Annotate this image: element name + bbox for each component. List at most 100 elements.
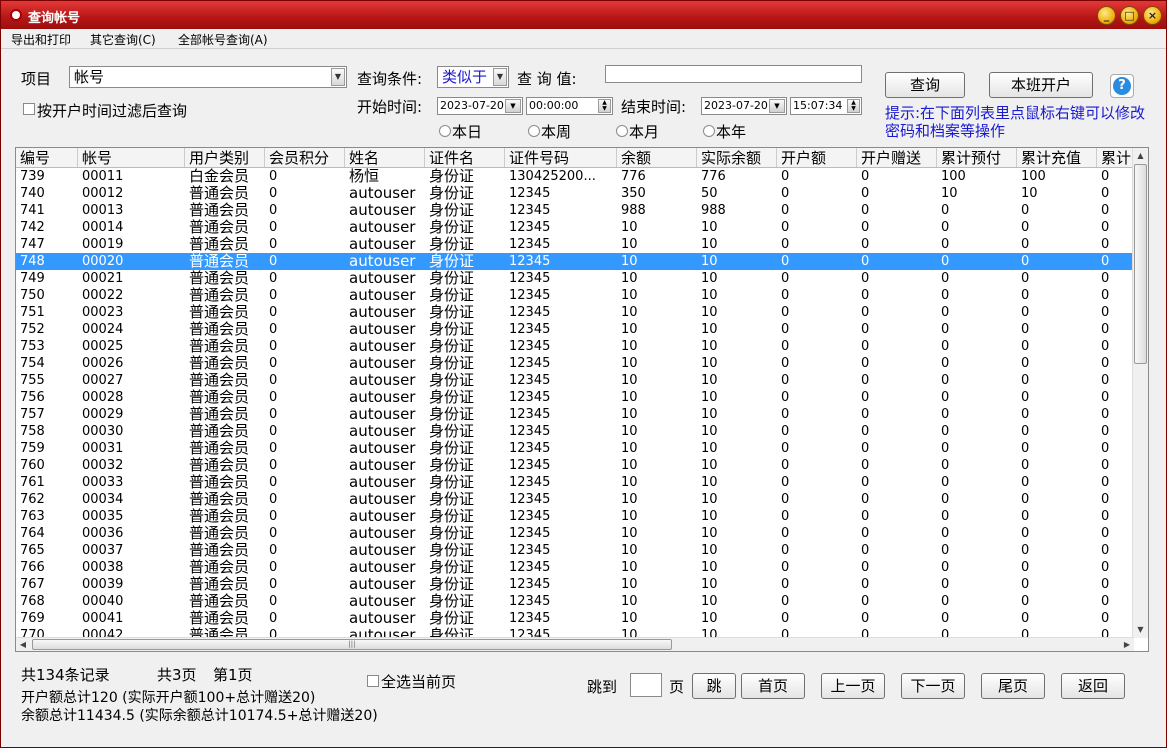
first-page-button[interactable]: 首页 [741,673,805,699]
column-header[interactable]: 姓名 [345,148,425,167]
accounts-table[interactable]: 编号 帐号 用户类别 会员积分 姓名 证件名 证件号码 余额 实际余额 开户额 开户赠送 累计预付 累计… [15,147,1149,652]
table-cell: 0 [269,526,278,541]
table-cell: 00020 [82,254,124,269]
table-row[interactable]: 758 00030 普通会员 0 autouser 身份证 12345 10 10 0 0 0 0 0 [16,423,1134,440]
table-row[interactable]: 742 00014 普通会员 0 autouser 身份证 12345 10 10 0 0 0 0 0 [16,219,1134,236]
table-row[interactable]: 765 00037 普通会员 0 autouser 身份证 12345 10 10 0 0 0 0 0 [16,542,1134,559]
table-row[interactable]: 760 00032 普通会员 0 autouser 身份证 12345 10 10 0 0 0 0 0 [16,457,1134,474]
table-cell: 0 [781,577,790,592]
table-row[interactable]: 749 00021 普通会员 0 autouser 身份证 12345 10 10 0 0 0 0 0 [16,270,1134,287]
vertical-scroll-thumb[interactable] [1134,164,1147,364]
table-row[interactable]: 764 00036 普通会员 0 autouser 身份证 12345 10 10 0 0 0 0 0 [16,525,1134,542]
table-row[interactable]: 755 00027 普通会员 0 autouser 身份证 12345 10 10 0 0 0 0 0 [16,372,1134,389]
calendar-dropdown-icon: ▼ [769,99,785,113]
table-cell: 742 [20,220,45,235]
jump-button[interactable]: 跳 [692,673,736,699]
filter-by-open-time-checkbox[interactable] [23,103,35,115]
radio-this-week[interactable] [528,125,540,137]
table-cell: 0 [1101,339,1110,354]
column-header[interactable]: 累计充值 [1017,148,1097,167]
column-header[interactable]: 会员积分 [265,148,345,167]
column-header[interactable]: 证件名 [425,148,505,167]
table-row[interactable]: 768 00040 普通会员 0 autouser 身份证 12345 10 10 0 0 0 0 0 [16,593,1134,610]
table-row[interactable]: 769 00041 普通会员 0 autouser 身份证 12345 10 10 0 0 0 0 0 [16,610,1134,627]
table-cell: 0 [1021,594,1030,609]
table-cell: 100 [1021,169,1046,184]
table-cell: 0 [861,339,870,354]
table-row[interactable]: 759 00031 普通会员 0 autouser 身份证 12345 10 10 0 0 0 0 0 [16,440,1134,457]
column-header[interactable]: 用户类别 [185,148,265,167]
table-cell: 10 [621,305,638,320]
start-time-picker[interactable]: 00:00:00 ▲ ▼ [526,97,613,115]
minimize-button[interactable]: _ [1097,6,1116,25]
radio-this-year[interactable] [703,125,715,137]
prev-page-button[interactable]: 上一页 [821,673,885,699]
item-select[interactable]: 帐号 ▼ [69,66,347,88]
table-cell: 754 [20,356,45,371]
table-row[interactable]: 762 00034 普通会员 0 autouser 身份证 12345 10 10 0 0 0 0 0 [16,491,1134,508]
table-row[interactable]: 751 00023 普通会员 0 autouser 身份证 12345 10 10 0 0 0 0 0 [16,304,1134,321]
column-header[interactable]: 编号 [16,148,78,167]
horizontal-scroll-thumb[interactable]: ||| [32,639,672,650]
column-header[interactable]: 余额 [617,148,697,167]
table-cell: 10 [621,424,638,439]
table-row[interactable]: 752 00024 普通会员 0 autouser 身份证 12345 10 10 0 0 0 0 0 [16,321,1134,338]
last-page-button[interactable]: 尾页 [981,673,1045,699]
column-header[interactable]: 实际余额 [697,148,777,167]
table-row[interactable]: 767 00039 普通会员 0 autouser 身份证 12345 10 10 0 0 0 0 0 [16,576,1134,593]
column-header[interactable]: 累计 [1097,148,1134,167]
table-row[interactable]: 754 00026 普通会员 0 autouser 身份证 12345 10 10 0 0 0 0 0 [16,355,1134,372]
query-value-input[interactable] [605,65,862,83]
start-date-picker[interactable]: 2023-07-20 ▼ [437,97,523,115]
select-all-page-checkbox[interactable] [367,675,379,687]
table-row[interactable]: 741 00013 普通会员 0 autouser 身份证 12345 988 988 0 0 0 0 0 [16,202,1134,219]
table-row[interactable]: 761 00033 普通会员 0 autouser 身份证 12345 10 10 0 0 0 0 0 [16,474,1134,491]
condition-select[interactable]: 类似于 ▼ [437,66,509,88]
table-row[interactable]: 757 00029 普通会员 0 autouser 身份证 12345 10 10 0 0 0 0 0 [16,406,1134,423]
table-cell: 767 [20,577,45,592]
scroll-left-icon[interactable]: ◀ [16,638,30,651]
query-button[interactable]: 查询 [885,72,965,98]
menu-all-accounts-query[interactable]: 全部帐号查询(A) [178,31,268,48]
column-header[interactable]: 证件号码 [505,148,617,167]
radio-today[interactable] [439,125,451,137]
table-cell: 0 [1021,305,1030,320]
maximize-button[interactable]: □ [1120,6,1139,25]
menu-other-query[interactable]: 其它查询(C) [90,31,156,48]
column-header[interactable]: 开户赠送 [857,148,937,167]
table-row[interactable]: 739 00011 白金会员 0 杨恒 身份证 130425200... 776 776 0 0 10… [16,168,1134,185]
table-row[interactable]: 748 00020 普通会员 0 autouser 身份证 12345 10 10 0 0 0 0 0 [16,253,1134,270]
table-cell: 10 [701,594,718,609]
next-page-button[interactable]: 下一页 [901,673,965,699]
vertical-scrollbar[interactable]: ▲ ▼ [1132,148,1148,638]
scroll-down-icon[interactable]: ▼ [1133,622,1148,638]
table-row[interactable]: 750 00022 普通会员 0 autouser 身份证 12345 10 10 0 0 0 0 0 [16,287,1134,304]
close-button[interactable]: × [1143,6,1162,25]
back-button[interactable]: 返回 [1061,673,1125,699]
table-cell: 0 [269,186,278,201]
scroll-right-icon[interactable]: ▶ [1120,638,1134,651]
end-date-picker[interactable]: 2023-07-20 ▼ [701,97,787,115]
table-row[interactable]: 747 00019 普通会员 0 autouser 身份证 12345 10 10 0 0 0 0 0 [16,236,1134,253]
table-cell: autouser [349,440,416,457]
table-row[interactable]: 753 00025 普通会员 0 autouser 身份证 12345 10 10 0 0 0 0 0 [16,338,1134,355]
table-row[interactable]: 763 00035 普通会员 0 autouser 身份证 12345 10 10 0 0 0 0 0 [16,508,1134,525]
table-cell: 0 [781,424,790,439]
column-header[interactable]: 累计预付 [937,148,1017,167]
table-row[interactable]: 756 00028 普通会员 0 autouser 身份证 12345 10 10 0 0 0 0 0 [16,389,1134,406]
table-cell: 0 [269,356,278,371]
table-cell: 12345 [509,441,551,456]
table-cell: 0 [941,611,950,626]
menu-export-print[interactable]: 导出和打印 [11,31,71,48]
jump-page-input[interactable] [630,673,662,697]
scroll-up-icon[interactable]: ▲ [1133,148,1148,164]
table-row[interactable]: 740 00012 普通会员 0 autouser 身份证 12345 350 50 0 0 10 10… [16,185,1134,202]
column-header[interactable]: 开户额 [777,148,857,167]
horizontal-scrollbar[interactable]: ◀ ||| ▶ [16,637,1134,651]
column-header[interactable]: 帐号 [78,148,185,167]
radio-this-month[interactable] [616,125,628,137]
help-button[interactable]: ? [1110,74,1134,98]
open-account-button[interactable]: 本班开户 [989,72,1093,98]
end-time-picker[interactable]: 15:07:34 ▲ ▼ [790,97,862,115]
table-row[interactable]: 766 00038 普通会员 0 autouser 身份证 12345 10 10 0 0 0 0 0 [16,559,1134,576]
